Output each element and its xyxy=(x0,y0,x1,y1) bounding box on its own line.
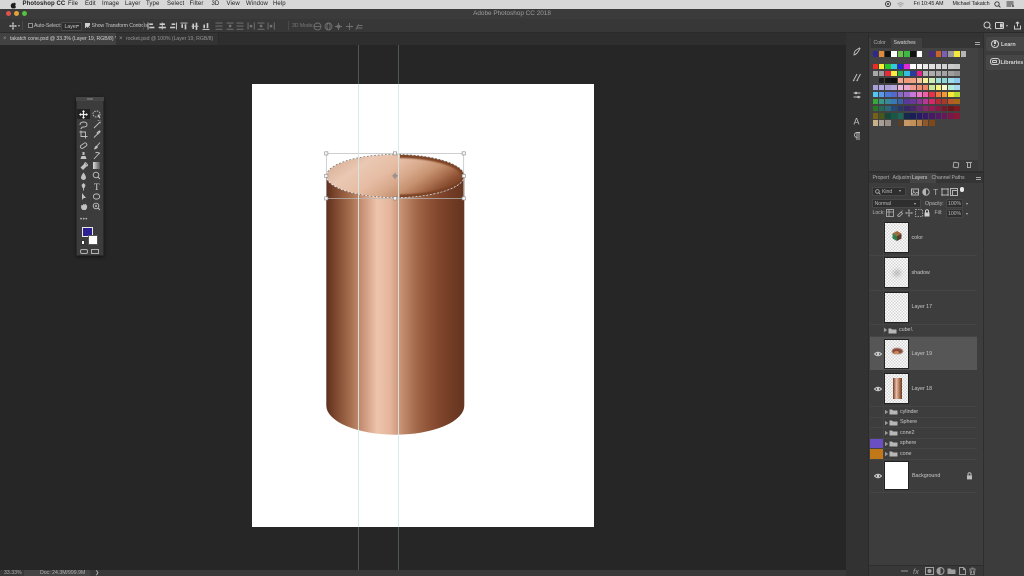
svg-text:fx: fx xyxy=(913,567,919,575)
svg-text:A: A xyxy=(854,117,860,127)
svg-text:T: T xyxy=(94,182,100,191)
svg-text:T: T xyxy=(933,188,938,196)
